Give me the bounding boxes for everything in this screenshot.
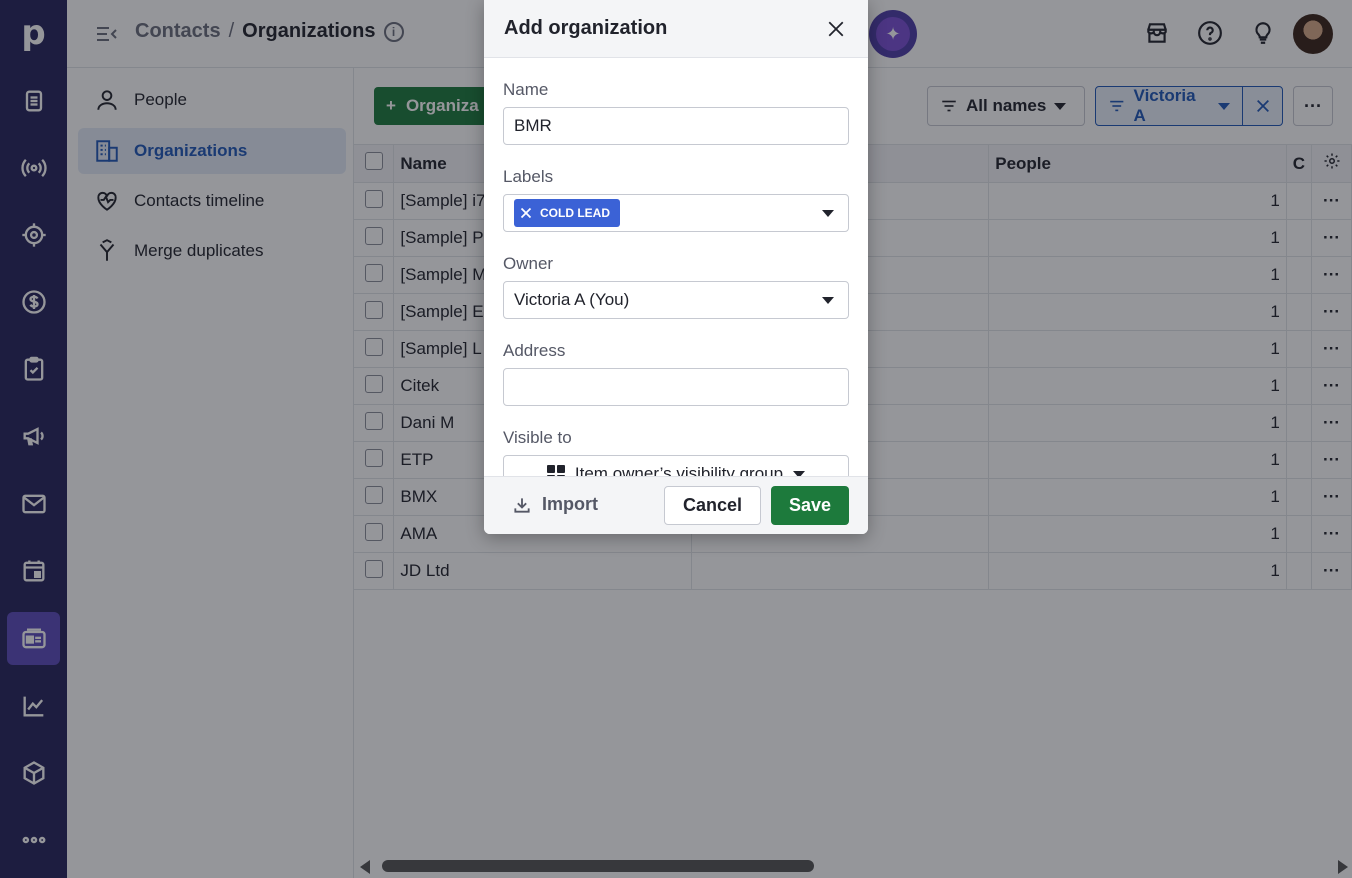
address-label: Address (503, 341, 566, 360)
labels-select[interactable]: COLD LEAD (503, 194, 849, 232)
owner-select-value: Victoria A (You) (514, 290, 630, 309)
chevron-down-icon[interactable] (822, 297, 834, 304)
owner-select[interactable]: Victoria A (You) (503, 281, 849, 319)
save-button[interactable]: Save (771, 486, 849, 525)
name-label: Name (503, 80, 549, 99)
labels-label: Labels (503, 167, 554, 186)
name-field-value: BMR (514, 116, 552, 135)
add-organization-modal: Add organization Name BMR Labels COLD LE… (484, 0, 868, 534)
modal-title: Add organization (504, 17, 668, 39)
address-field[interactable] (503, 368, 849, 406)
download-icon (514, 497, 530, 513)
name-field[interactable]: BMR (503, 107, 849, 145)
visible-to-label: Visible to (503, 428, 572, 447)
chevron-down-icon[interactable] (822, 210, 834, 217)
cancel-button[interactable]: Cancel (664, 486, 761, 525)
modal-header: Add organization (484, 0, 868, 58)
remove-label-icon[interactable] (520, 207, 532, 219)
import-button[interactable]: Import (512, 494, 598, 515)
close-icon[interactable] (824, 17, 848, 41)
modal-body: Name BMR Labels COLD LEAD Owner Victoria… (484, 80, 868, 493)
import-label: Import (542, 494, 598, 514)
label-chip-text: COLD LEAD (540, 206, 610, 220)
owner-label: Owner (503, 254, 554, 273)
modal-footer: Import Cancel Save (484, 476, 868, 534)
label-chip[interactable]: COLD LEAD (514, 199, 620, 227)
